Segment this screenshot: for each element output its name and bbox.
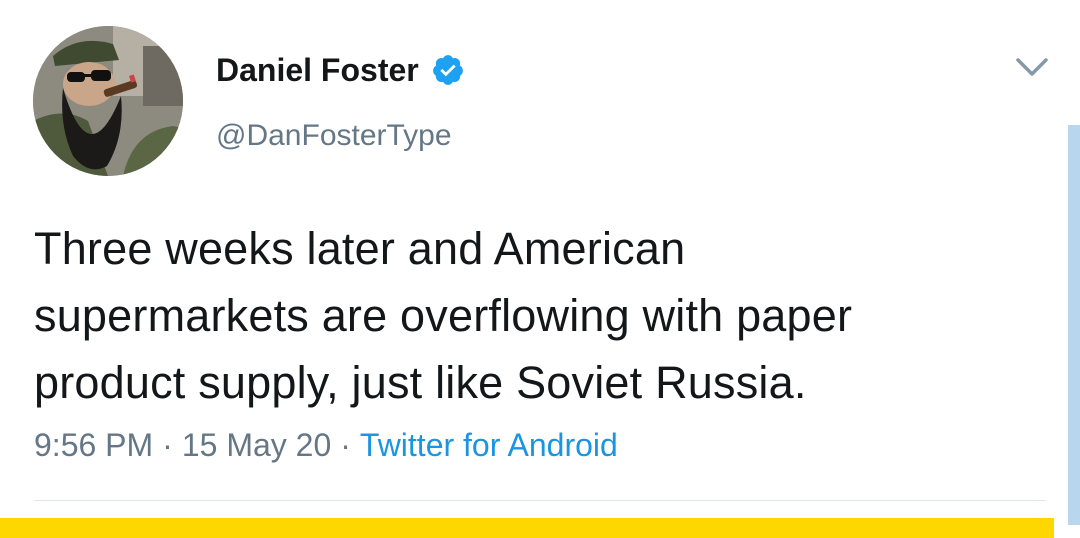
tweet-meta: 9:56 PM · 15 May 20 · Twitter for Android xyxy=(34,425,618,465)
highlight-bar xyxy=(0,518,1054,538)
display-name[interactable]: Daniel Foster xyxy=(216,52,419,88)
chevron-down-icon[interactable] xyxy=(1014,52,1050,82)
meta-separator: · xyxy=(340,427,351,463)
divider xyxy=(34,500,1046,501)
tweet-text-line: product supply, just like Soviet Russia. xyxy=(34,357,807,408)
tweet-source-link[interactable]: Twitter for Android xyxy=(360,427,618,463)
tweet-text-line: Three weeks later and American xyxy=(34,223,686,274)
avatar-image xyxy=(33,26,183,176)
tweet-date[interactable]: 15 May 20 xyxy=(182,427,331,463)
avatar[interactable] xyxy=(33,26,183,176)
verified-badge-icon xyxy=(431,53,465,87)
tweet-time[interactable]: 9:56 PM xyxy=(34,427,153,463)
author-handle[interactable]: @DanFosterType xyxy=(216,118,452,154)
tweet-card: Daniel Foster @DanFosterType Three weeks… xyxy=(0,0,1080,538)
scrollbar[interactable] xyxy=(1068,125,1080,525)
author-name-row[interactable]: Daniel Foster xyxy=(216,52,465,88)
tweet-text-line: supermarkets are overflowing with paper xyxy=(34,290,853,341)
tweet-text: Three weeks later and American supermark… xyxy=(34,215,1044,416)
meta-separator: · xyxy=(162,427,173,463)
